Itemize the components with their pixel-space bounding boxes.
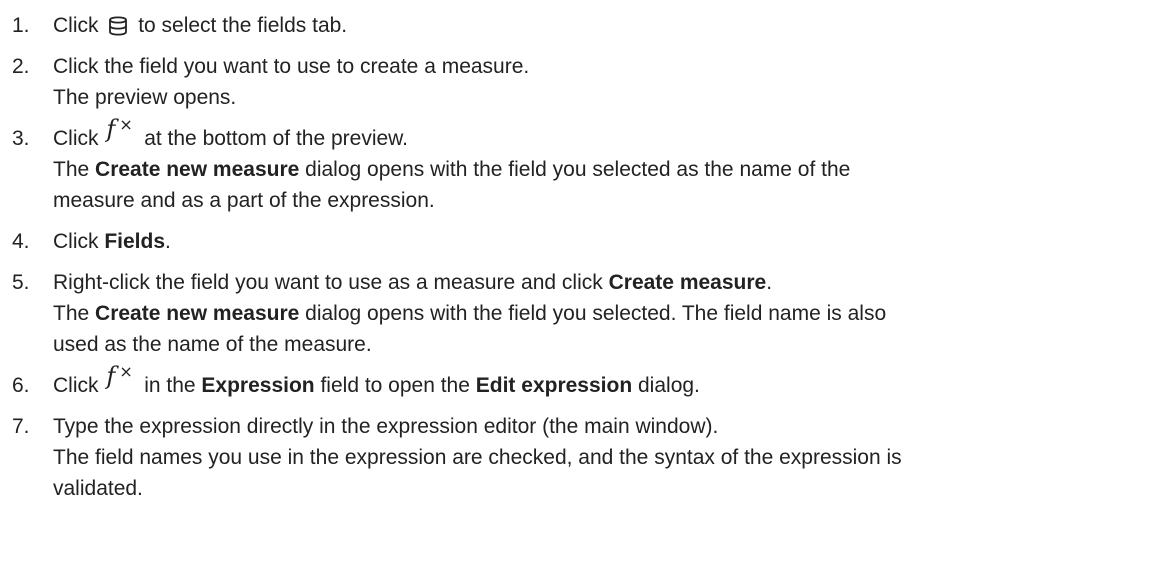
step-content: Click Fields. [53,226,1152,257]
step-text: Click [53,230,99,253]
ui-label: Fields [104,230,166,253]
step-content: Click to select the fields tab. [53,10,1152,41]
step-1: 1. Click to select the fields tab. [12,10,1152,41]
step-number: 2. [12,55,30,78]
fx-icon: f × [106,115,133,143]
step-number: 7. [12,415,30,438]
step-result-text: measure and as a part of the expression. [53,189,435,212]
step-2: 2. Click the field you want to use to cr… [12,51,1152,113]
step-text: The [53,302,90,325]
dialog-name: Create new measure [95,158,300,181]
step-content: Click f × in the Expression field to open… [53,362,1152,401]
step-text: The [53,158,90,181]
step-text: field to open the [320,374,470,397]
step-content: Click the field you want to use to creat… [53,51,1152,113]
step-text: Click the field you want to use to creat… [53,55,530,78]
step-line: Right-click the field you want to use as… [53,267,1152,298]
dialog-name: Create new measure [95,302,300,325]
step-text: . [165,230,171,253]
step-content: Right-click the field you want to use as… [53,267,1152,360]
ui-label: Expression [201,374,315,397]
step-text: at the bottom of the preview. [144,127,409,150]
instruction-list: 1. Click to select the fields tab. 2. Cl… [12,10,1152,514]
step-number: 6. [12,374,30,397]
step-5: 5. Right-click the field you want to use… [12,267,1152,360]
step-text: to select the fields tab. [138,14,348,37]
step-text: dialog opens with the field you selected… [305,158,851,181]
step-text: . [766,271,773,294]
step-6: 6. Click f × in the Expression field to o… [12,362,1152,401]
step-4: 4. Click Fields. [12,226,1152,257]
step-result-text: validated. [53,477,143,500]
step-text: Type the expression directly in the expr… [53,415,719,438]
step-text: Click [53,14,99,37]
step-number: 5. [12,271,30,294]
step-content: Click f × at the bottom of the preview. T… [53,115,1152,216]
step-7: 7. Type the expression directly in the e… [12,411,1152,504]
step-line: Click f × at the bottom of the preview. [53,115,1152,154]
step-content: Type the expression directly in the expr… [53,411,1152,504]
step-result-line: The Create new measure dialog opens with… [53,298,1152,329]
step-result-text: used as the name of the measure. [53,333,372,356]
step-number: 3. [12,127,30,150]
step-result-text: The field names you use in the expressio… [53,446,902,469]
step-number: 1. [12,14,30,37]
step-result-text: The preview opens. [53,86,237,109]
step-text: Right-click the field you want to use as… [53,271,603,294]
dialog-name: Edit expression [475,374,633,397]
fx-icon: f × [106,362,133,390]
step-text: dialog opens with the field you selected… [305,302,887,325]
database-icon [106,14,130,38]
step-text: in the [144,374,196,397]
step-text: Click [53,374,99,397]
ui-label: Create measure [608,271,767,294]
step-text: Click [53,127,99,150]
step-3: 3. Click f × at the bottom of the preview… [12,115,1152,216]
step-result-line: The Create new measure dialog opens with… [53,154,1152,185]
step-text: dialog. [638,374,700,397]
step-number: 4. [12,230,30,253]
